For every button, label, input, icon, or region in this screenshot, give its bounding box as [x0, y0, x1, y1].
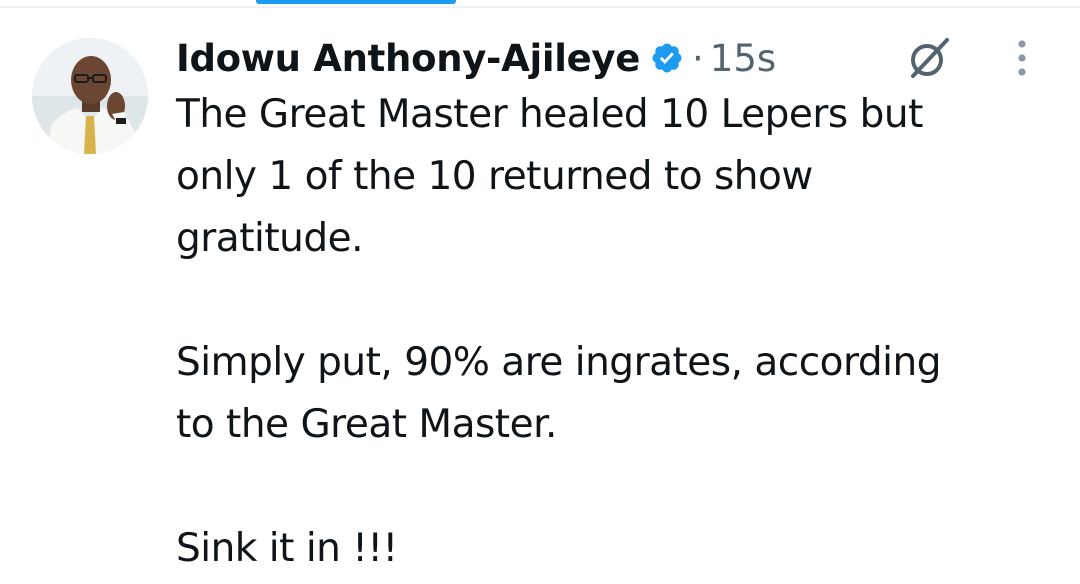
tweet-line: Sink it in !!! [176, 526, 398, 571]
verified-badge-icon[interactable] [650, 41, 684, 75]
tweet-line: gratitude. [176, 216, 363, 261]
avatar-photo [32, 38, 148, 154]
separator-dot: · [692, 36, 704, 80]
tweet-line: Simply put, 90% are ingrates, according [176, 340, 941, 385]
tweet-card[interactable]: Idowu Anthony-Ajileye · 15s The Great Ma… [0, 0, 1080, 584]
tweet-paragraph: The Great Master healed 10 Lepers but on… [176, 84, 1056, 270]
tweet-header: Idowu Anthony-Ajileye · 15s [176, 26, 776, 90]
tweet-line: The Great Master healed 10 Lepers but [176, 92, 923, 137]
tweet-text: The Great Master healed 10 Lepers but on… [176, 84, 1056, 580]
author-display-name[interactable]: Idowu Anthony-Ajileye [176, 37, 640, 80]
author-avatar[interactable] [32, 38, 148, 154]
grok-icon[interactable] [905, 34, 953, 82]
more-options-icon[interactable] [1010, 38, 1034, 78]
tweet-paragraph: Simply put, 90% are ingrates, according … [176, 332, 1056, 456]
tweet-line: only 1 of the 10 returned to show [176, 154, 813, 199]
tweet-timestamp[interactable]: 15s [710, 37, 776, 80]
tweet-paragraph: Sink it in !!! [176, 518, 1056, 580]
tweet-line: to the Great Master. [176, 402, 557, 447]
